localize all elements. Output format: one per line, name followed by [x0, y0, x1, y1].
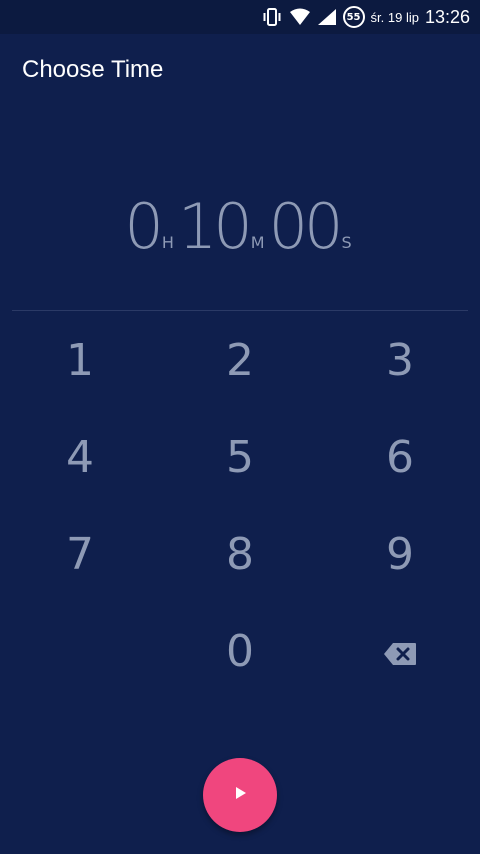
key-6[interactable]: 6	[340, 412, 460, 502]
minutes-unit: M	[250, 233, 265, 252]
hours-value: 0	[124, 190, 164, 263]
play-icon	[231, 784, 249, 807]
start-timer-button[interactable]	[203, 758, 277, 832]
key-5[interactable]: 5	[180, 412, 300, 502]
wifi-icon	[289, 8, 311, 26]
backspace-icon	[383, 626, 417, 677]
vibrate-icon	[261, 8, 283, 26]
seconds-unit: S	[341, 233, 352, 252]
time-display: 0 H 10 M 00 S	[0, 190, 480, 270]
key-2[interactable]: 2	[180, 315, 300, 405]
seconds-value: 00	[268, 190, 344, 263]
divider	[12, 310, 468, 311]
status-time: 13:26	[424, 6, 470, 27]
hours-unit: H	[161, 233, 174, 252]
page-title: Choose Time	[22, 56, 164, 83]
signal-icon	[317, 8, 337, 26]
key-1[interactable]: 1	[20, 315, 140, 405]
status-date: śr. 19 lip	[370, 9, 419, 25]
battery-level: 55	[346, 11, 361, 23]
key-7[interactable]: 7	[20, 509, 140, 599]
status-icons: 55 śr. 19 lip 13:26	[261, 0, 470, 34]
key-0[interactable]: 0	[180, 606, 300, 696]
key-9[interactable]: 9	[340, 509, 460, 599]
battery-icon: 55	[342, 6, 365, 28]
key-3[interactable]: 3	[340, 315, 460, 405]
toolbar: Choose Time	[0, 34, 480, 106]
minutes-value: 10	[177, 190, 253, 263]
key-8[interactable]: 8	[180, 509, 300, 599]
status-bar: 55 śr. 19 lip 13:26	[0, 0, 480, 34]
key-4[interactable]: 4	[20, 412, 140, 502]
backspace-button[interactable]	[340, 606, 460, 696]
